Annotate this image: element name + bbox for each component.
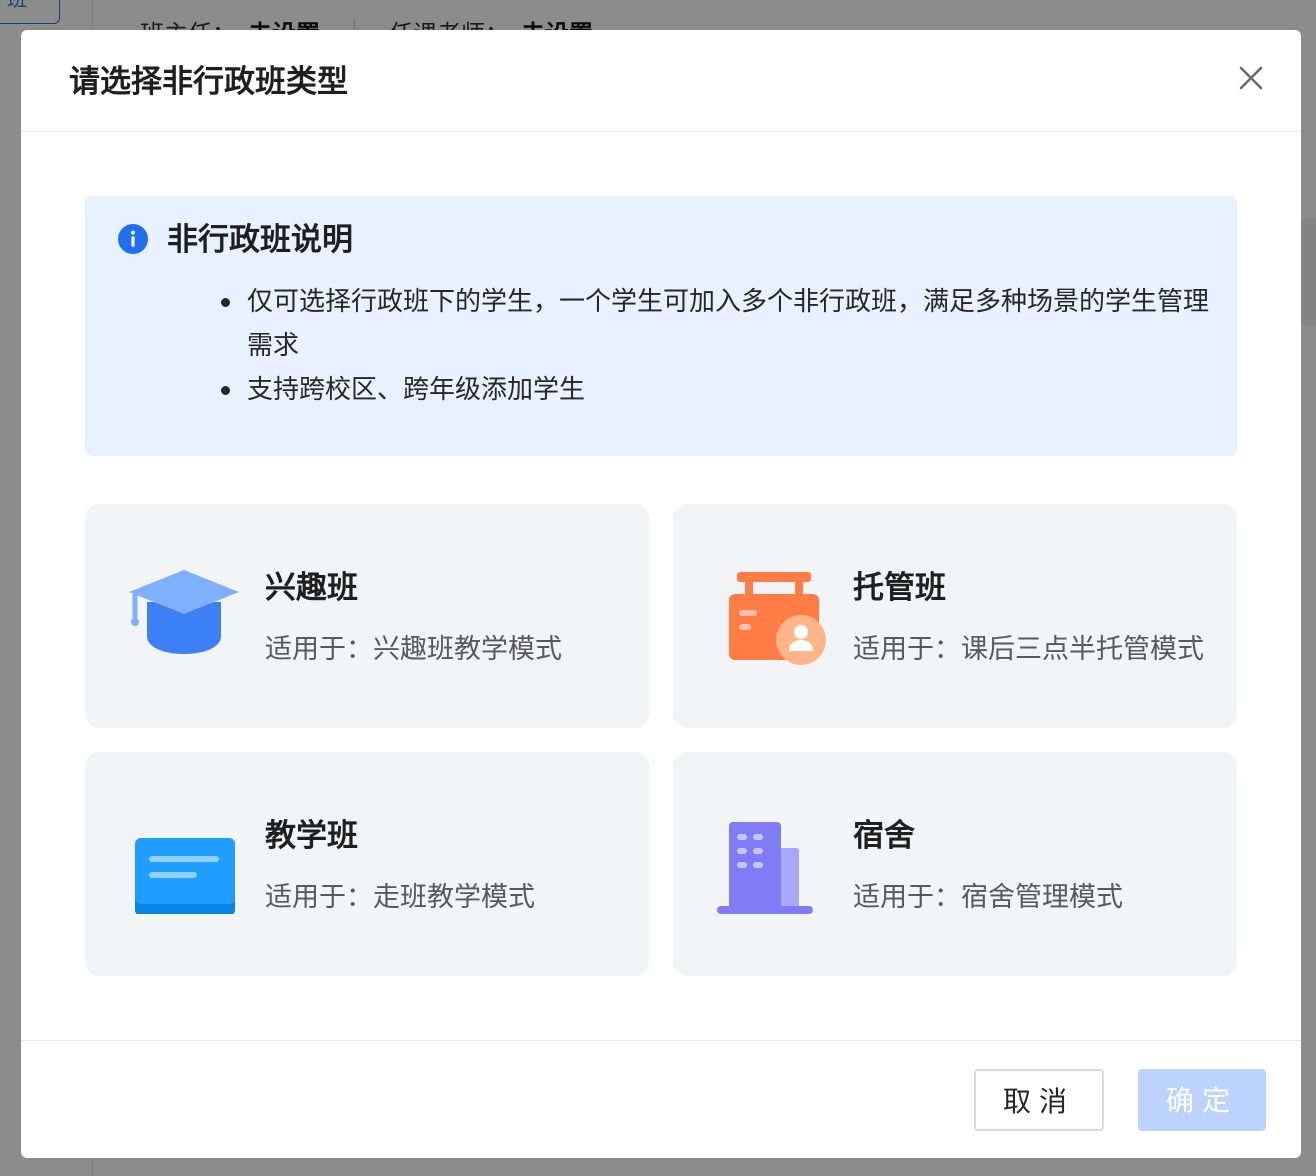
notice-list: 仅可选择行政班下的学生，一个学生可加入多个非行政班，满足多种场景的学生管理需求 …	[221, 280, 1217, 412]
option-description: 适用于：课后三点半托管模式	[853, 634, 1204, 665]
option-card-teaching-class[interactable]: 教学班 适用于：走班教学模式	[85, 752, 649, 976]
option-description: 适用于：兴趣班教学模式	[265, 634, 562, 665]
notice-box: 非行政班说明 仅可选择行政班下的学生，一个学生可加入多个非行政班，满足多种场景的…	[85, 196, 1237, 456]
option-card-interest-class[interactable]: 兴趣班 适用于：兴趣班教学模式	[85, 504, 649, 728]
notice-title: 非行政班说明	[167, 222, 353, 258]
option-title: 教学班	[265, 818, 358, 854]
modal-title: 请选择非行政班类型	[69, 64, 348, 100]
option-card-custody-class[interactable]: 托管班 适用于：课后三点半托管模式	[673, 504, 1237, 728]
modal-header: 请选择非行政班类型	[21, 30, 1301, 132]
board-icon	[135, 838, 235, 914]
option-title: 托管班	[853, 570, 946, 606]
option-title: 兴趣班	[265, 570, 358, 606]
option-title: 宿舍	[853, 818, 915, 854]
info-icon	[118, 224, 148, 254]
option-card-dormitory[interactable]: 宿舍 适用于：宿舍管理模式	[673, 752, 1237, 976]
custody-box-icon	[729, 572, 826, 665]
confirm-button[interactable]: 确定	[1138, 1069, 1266, 1131]
select-class-type-modal: 请选择非行政班类型 非行政班说明 仅可选择行政班下的学生，一个学生可加入多个非行…	[21, 30, 1301, 1158]
close-icon	[1239, 66, 1263, 90]
building-icon	[717, 822, 813, 914]
cancel-button[interactable]: 取消	[974, 1069, 1104, 1131]
modal-footer: 取消 确定	[21, 1040, 1301, 1158]
option-description: 适用于：宿舍管理模式	[853, 882, 1123, 913]
notice-item: 仅可选择行政班下的学生，一个学生可加入多个非行政班，满足多种场景的学生管理需求	[221, 280, 1217, 368]
graduation-cap-icon	[129, 570, 239, 654]
option-description: 适用于：走班教学模式	[265, 882, 535, 913]
close-button[interactable]	[1235, 62, 1267, 94]
notice-item: 支持跨校区、跨年级添加学生	[221, 368, 1217, 412]
